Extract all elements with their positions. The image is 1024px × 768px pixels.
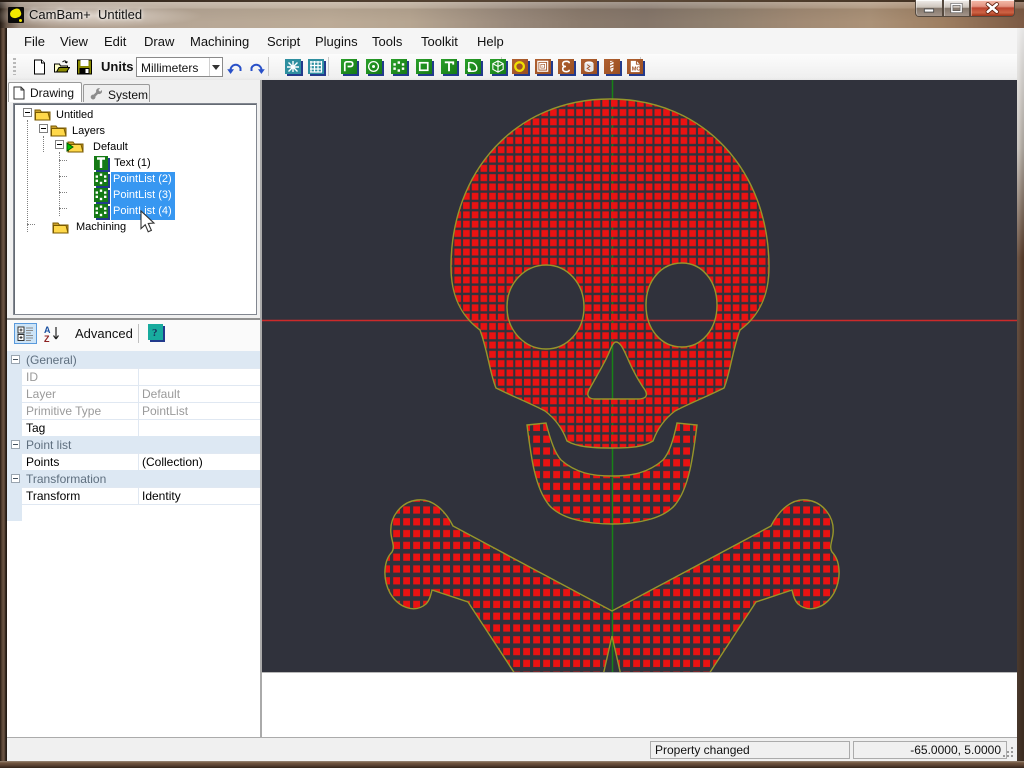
svg-text:?: ?	[152, 327, 158, 339]
svg-text:MC: MC	[632, 66, 641, 72]
svg-text:Z: Z	[44, 334, 50, 344]
